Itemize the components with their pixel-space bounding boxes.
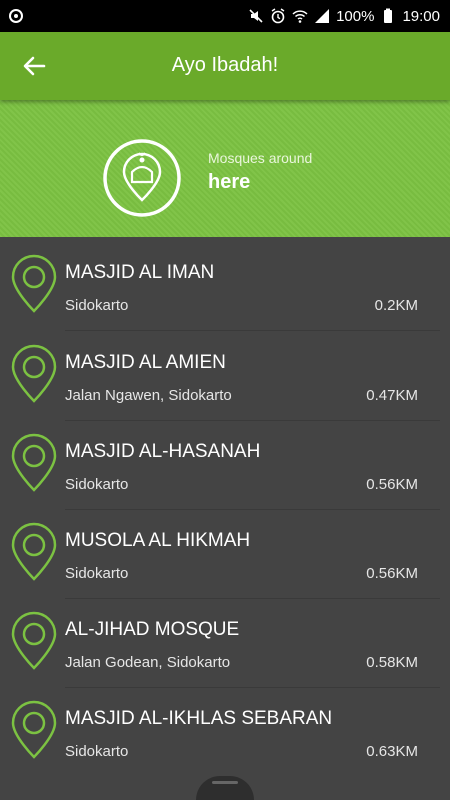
battery-icon	[384, 8, 393, 23]
location-pin-icon	[11, 522, 57, 581]
location-pin-icon	[11, 254, 57, 313]
list-item[interactable]: MASJID AL IMAN Sidokarto 0.2KM	[0, 237, 450, 326]
hero-banner	[0, 100, 450, 237]
status-bar: 100% 19:00	[0, 0, 450, 32]
list-item[interactable]: MASJID AL-IKHLAS SEBARAN Sidokarto 0.63K…	[0, 683, 450, 772]
mosque-name: MUSOLA AL HIKMAH	[65, 530, 251, 551]
mosque-name: AL-JIHAD MOSQUE	[65, 619, 240, 640]
mosque-distance: 0.58KM	[366, 654, 418, 671]
app-bar: Ayo Ibadah!	[0, 32, 450, 100]
mosque-list: MASJID AL IMAN Sidokarto 0.2KM MASJID AL…	[0, 237, 450, 800]
wifi-icon	[292, 10, 308, 23]
list-item[interactable]: AL-JIHAD MOSQUE Jalan Godean, Sidokarto …	[0, 594, 450, 683]
list-item[interactable]: MUSOLA AL HIKMAH Sidokarto 0.56KM	[0, 505, 450, 594]
mosque-distance: 0.2KM	[374, 297, 418, 314]
mosque-address: Jalan Godean, Sidokarto	[65, 654, 231, 671]
mosque-name: MASJID AL IMAN	[65, 262, 215, 283]
alarm-icon	[271, 8, 285, 24]
list-item[interactable]: MASJID AL AMIEN Jalan Ngawen, Sidokarto …	[0, 327, 450, 416]
mosque-address: Sidokarto	[65, 743, 129, 760]
mosque-address: Jalan Ngawen, Sidokarto	[65, 387, 232, 404]
location-pin-icon	[11, 433, 57, 492]
mosque-location-icon	[103, 139, 181, 217]
list-item[interactable]: MASJID AL-HASANAH Sidokarto 0.56KM	[0, 416, 450, 505]
page-title: Ayo Ibadah!	[171, 54, 279, 76]
mosque-distance: 0.47KM	[366, 387, 418, 404]
mosque-name: MASJID AL-IKHLAS SEBARAN	[65, 708, 333, 729]
mosque-address: Sidokarto	[65, 565, 129, 582]
location-pin-icon	[11, 344, 57, 403]
mosque-name: MASJID AL AMIEN	[65, 352, 226, 373]
mosque-distance: 0.63KM	[366, 743, 418, 760]
mosque-distance: 0.56KM	[366, 476, 418, 493]
mosque-address: Sidokarto	[65, 476, 129, 493]
battery-percent: 100%	[336, 7, 375, 25]
hero-title: here	[208, 171, 251, 193]
mosque-distance: 0.56KM	[366, 565, 418, 582]
location-pin-icon	[11, 611, 57, 670]
notification-icon	[9, 9, 23, 23]
handle-bar	[212, 781, 238, 784]
mosque-name: MASJID AL-HASANAH	[65, 441, 261, 462]
signal-icon	[315, 9, 330, 23]
hero-subtitle: Mosques around	[208, 150, 313, 166]
mute-icon	[249, 9, 263, 23]
location-pin-icon	[11, 700, 57, 759]
status-icons: 100% 19:00	[248, 7, 440, 25]
status-time: 19:00	[402, 7, 440, 25]
mosque-address: Sidokarto	[65, 297, 129, 314]
